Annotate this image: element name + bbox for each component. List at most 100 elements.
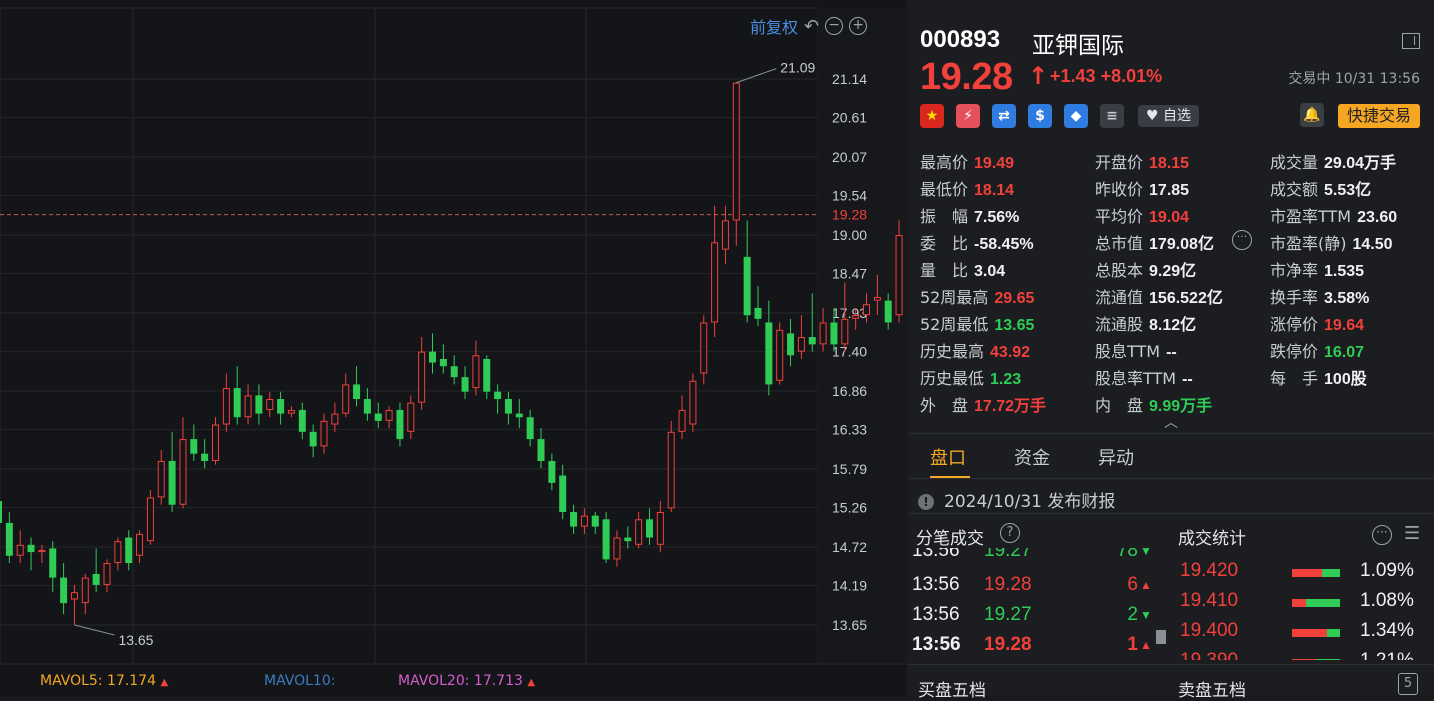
quote-value: 9.99万手 bbox=[1149, 398, 1213, 415]
tab-zijin[interactable]: 资金 bbox=[1014, 444, 1050, 470]
quote-item: 成交额 5.53亿 bbox=[1270, 176, 1371, 200]
down-arrow-icon: ▼ bbox=[1140, 608, 1152, 622]
quote-item: 总股本 9.29亿 bbox=[1095, 257, 1196, 281]
quote-value: 18.14 bbox=[974, 182, 1015, 199]
y-tick-label: 15.26 bbox=[832, 500, 867, 516]
y-tick-label: 14.19 bbox=[832, 578, 867, 594]
quote-value: 100股 bbox=[1324, 371, 1367, 388]
dollar-icon[interactable]: $ bbox=[1028, 104, 1052, 128]
quote-label: 每 手 bbox=[1270, 369, 1319, 388]
connect-icon[interactable]: ⇄ bbox=[992, 104, 1016, 128]
quick-trade-button[interactable]: 快捷交易 bbox=[1338, 104, 1420, 128]
quote-label: 流通股 bbox=[1095, 315, 1144, 334]
margin-trading-icon[interactable]: ⚡ bbox=[956, 104, 980, 128]
candle-body-up bbox=[222, 388, 230, 425]
notice-bar[interactable]: ! 2024/10/31 发布财报 bbox=[918, 487, 1115, 512]
quote-label: 成交额 bbox=[1270, 180, 1319, 199]
buy-ratio-fill bbox=[1292, 599, 1307, 607]
chart-controls: 前复权 ↶ − + bbox=[750, 14, 868, 38]
stock-name: 亚钾国际 bbox=[1032, 33, 1124, 59]
candle-body-up bbox=[103, 563, 111, 585]
trade-stats-list[interactable]: 19.4201.09%19.4101.08%19.4001.34%19.3901… bbox=[1174, 548, 1434, 660]
sell-ratio-fill bbox=[1306, 599, 1340, 607]
candle-body-down bbox=[494, 391, 502, 400]
mavol20-label: MAVOL20: bbox=[398, 673, 470, 689]
list-view-icon[interactable]: ☰ bbox=[1404, 525, 1426, 543]
candle-body-up bbox=[678, 409, 686, 432]
zoom-out-icon[interactable]: − bbox=[825, 17, 844, 35]
quote-value: 43.92 bbox=[990, 344, 1031, 361]
quote-item: 换手率 3.58% bbox=[1270, 284, 1369, 308]
five-level-icon[interactable]: 5 bbox=[1398, 673, 1418, 695]
collapse-chevron-icon[interactable]: ︿ bbox=[1164, 412, 1178, 432]
candle-body-down bbox=[277, 399, 285, 414]
candle-body-up bbox=[895, 235, 903, 316]
candle-body-down bbox=[787, 333, 795, 356]
candle-body-up bbox=[179, 439, 187, 505]
layout-toggle-icon[interactable] bbox=[1402, 33, 1420, 49]
candle-body-up bbox=[157, 460, 165, 498]
quote-item: 成交量 29.04万手 bbox=[1270, 149, 1396, 173]
candle-body-down bbox=[255, 395, 263, 414]
y-tick-label: 19.54 bbox=[832, 188, 867, 204]
trade-price: 19.27 bbox=[984, 604, 1032, 625]
trade-row: 13:56 19.28 6 ▲ bbox=[912, 574, 1152, 604]
quote-value: 1.23 bbox=[990, 371, 1022, 388]
stock-code: 000893 bbox=[920, 26, 1001, 53]
price-change: +1.43 +8.01% bbox=[1050, 66, 1162, 87]
quote-value: 156.522亿 bbox=[1149, 290, 1223, 307]
watchlist-label: 自选 bbox=[1163, 108, 1192, 124]
undo-icon[interactable]: ↶ bbox=[804, 16, 819, 37]
stat-percent: 1.08% bbox=[1360, 590, 1414, 611]
quote-value: 179.08亿 bbox=[1149, 236, 1214, 253]
candle-body-down bbox=[233, 388, 241, 418]
price-tag-icon[interactable]: ◆ bbox=[1064, 104, 1088, 128]
candle-body-up bbox=[385, 409, 393, 421]
divider bbox=[908, 433, 1434, 434]
mavol20-up-icon: ▲ bbox=[527, 677, 536, 688]
help-icon[interactable]: ? bbox=[1000, 523, 1020, 543]
candle-body-down bbox=[363, 399, 371, 414]
candle-body-down bbox=[5, 522, 13, 556]
notes-icon[interactable]: ≡ bbox=[1100, 104, 1124, 128]
quote-value: 19.64 bbox=[1324, 317, 1365, 334]
tab-yidong[interactable]: 异动 bbox=[1098, 444, 1134, 470]
y-tick-label: 14.72 bbox=[832, 539, 867, 555]
tick-trades-list[interactable]: 13:56 19.27 78 ▼ 13:56 19.28 6 ▲ 13:56 19.27 2 ▼ 13:… bbox=[908, 548, 1168, 660]
trades-scrollbar[interactable] bbox=[1156, 630, 1166, 644]
candle-body-down bbox=[830, 322, 838, 345]
kline-chart[interactable]: 21.14 20.61 20.07 19.54 19.00 18.47 17.93 17.40… bbox=[0, 0, 906, 696]
candle-body-down bbox=[0, 501, 2, 523]
quote-label: 内 盘 bbox=[1095, 396, 1144, 415]
sell-ratio-fill bbox=[1326, 629, 1340, 637]
y-tick-label: 17.93 bbox=[832, 305, 867, 321]
quote-item: 内 盘 9.99万手 bbox=[1095, 392, 1212, 416]
candle-body-down bbox=[190, 439, 198, 454]
add-watchlist-button[interactable]: ♥ 自选 bbox=[1138, 105, 1200, 127]
candle-body-up bbox=[721, 220, 729, 250]
market-cap-more-icon[interactable]: ··· bbox=[1232, 230, 1252, 250]
quote-label: 52周最低 bbox=[920, 315, 989, 334]
info-icon: ! bbox=[918, 494, 934, 510]
quote-item: 振 幅 7.56% bbox=[920, 203, 1019, 227]
kline-chart-area[interactable]: 21.14 20.61 20.07 19.54 19.00 18.47 17.93 17.40… bbox=[0, 0, 906, 696]
quote-value: -- bbox=[1166, 344, 1177, 361]
quote-label: 成交量 bbox=[1270, 153, 1319, 172]
candle-body-up bbox=[852, 315, 860, 319]
divider bbox=[908, 478, 1434, 479]
quote-value: 29.65 bbox=[994, 290, 1035, 307]
more-options-icon[interactable]: ··· bbox=[1372, 525, 1392, 545]
buy-sell-ratio-bar bbox=[1292, 629, 1340, 637]
candle-body-down bbox=[570, 512, 578, 527]
zoom-in-icon[interactable]: + bbox=[849, 17, 868, 35]
quote-label: 委 比 bbox=[920, 234, 969, 253]
tab-pankou[interactable]: 盘口 bbox=[930, 444, 966, 470]
mavol5-value: 17.174 bbox=[107, 673, 156, 689]
candle-body-up bbox=[711, 242, 719, 323]
adjust-mode-button[interactable]: 前复权 bbox=[750, 14, 798, 38]
quote-value: -- bbox=[1182, 371, 1193, 388]
bell-icon[interactable]: 🔔 bbox=[1300, 103, 1324, 127]
quote-label: 股息TTM bbox=[1095, 342, 1161, 361]
candle-body-down bbox=[808, 337, 816, 345]
candle-body-down bbox=[504, 399, 512, 414]
